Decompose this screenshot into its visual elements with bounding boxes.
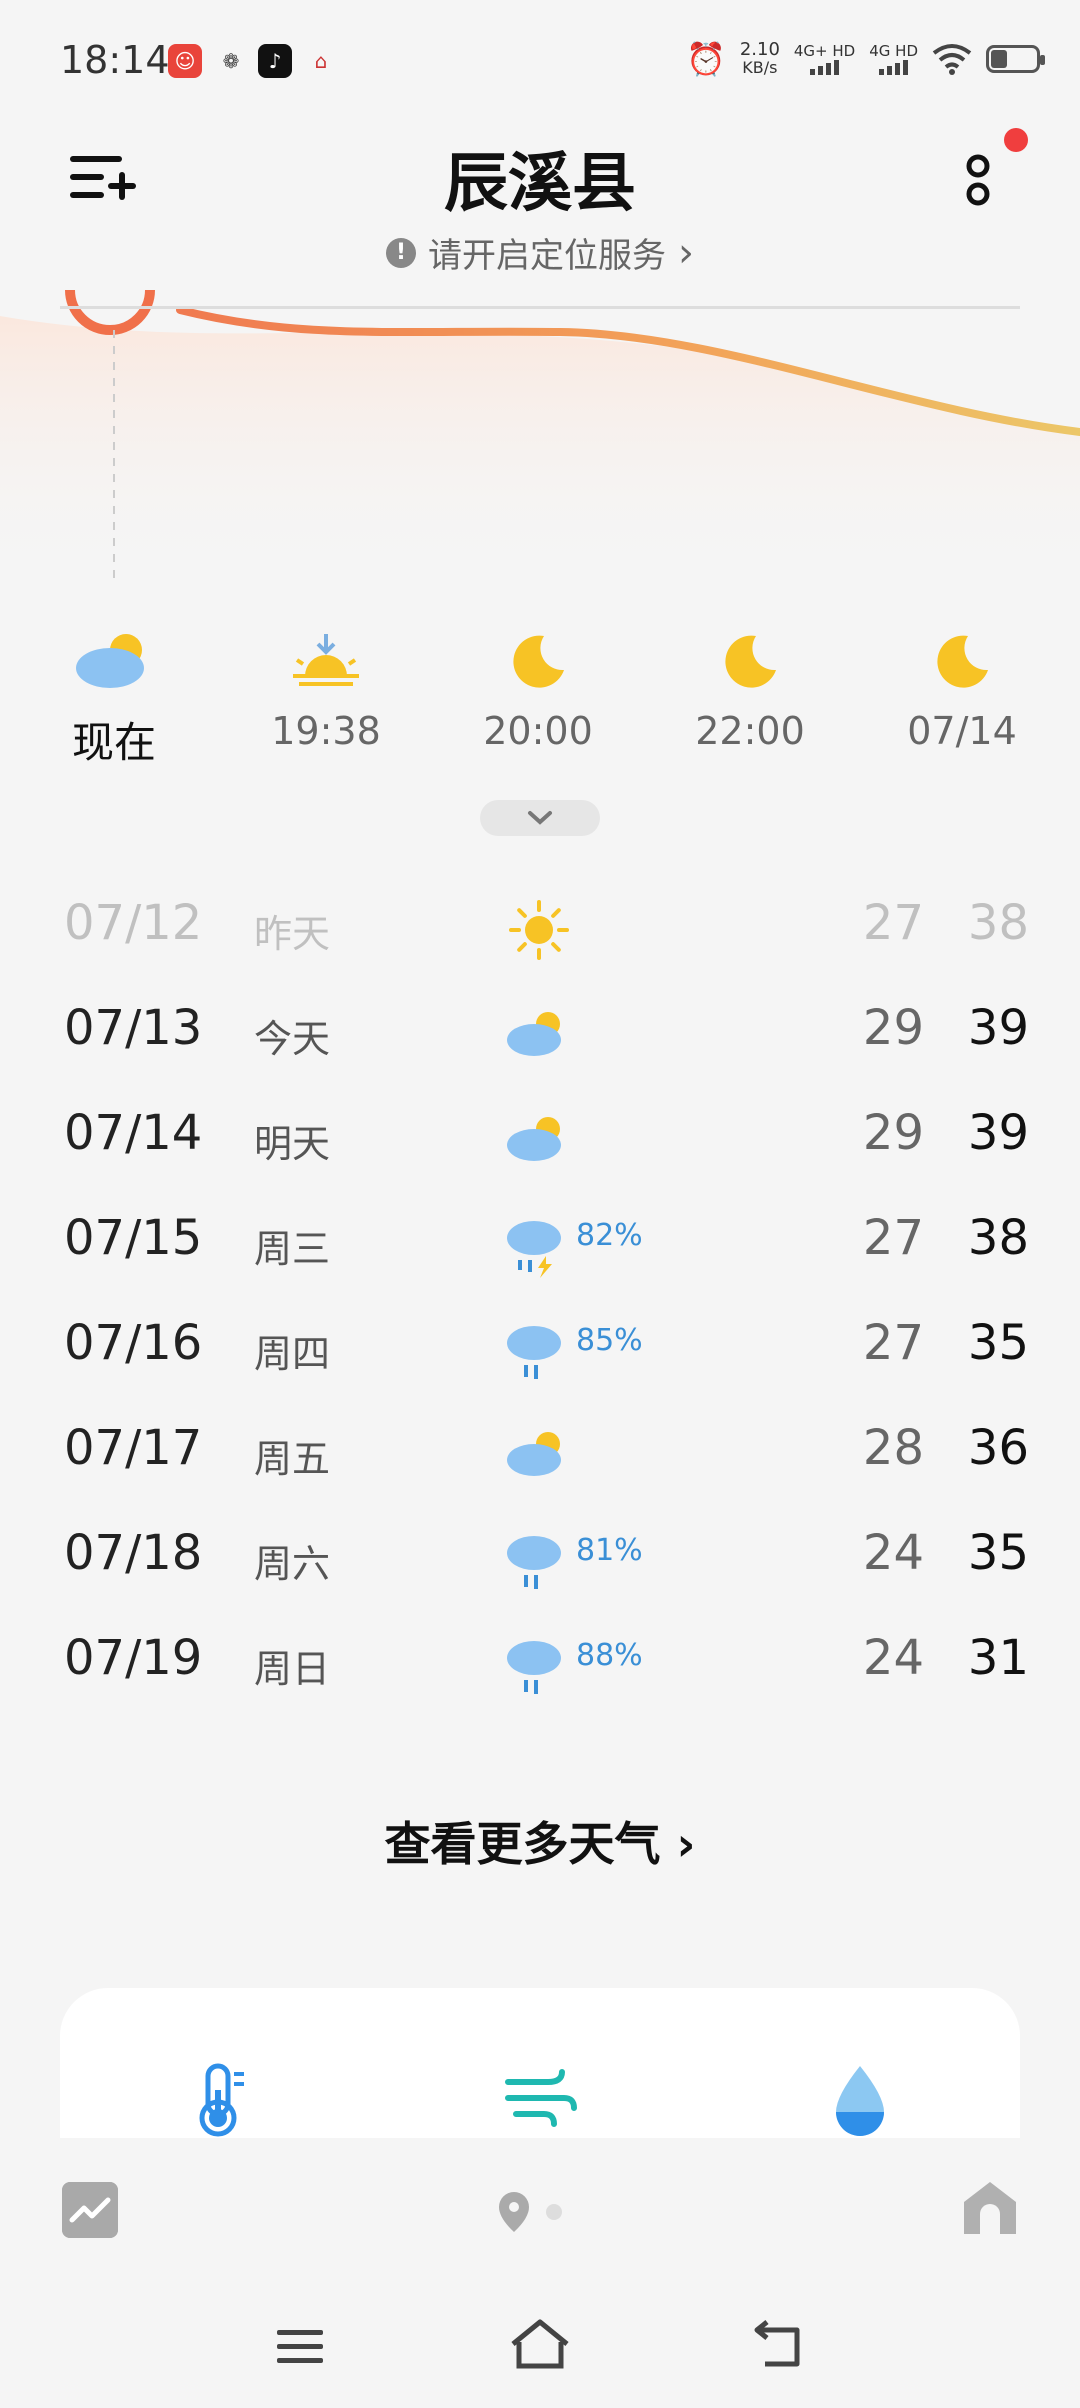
daily-forecast-row[interactable]: 07/13 今天 29 39 [64,1000,1029,1070]
day-date: 07/17 [64,1420,203,1476]
day-name: 昨天 [254,912,331,956]
daily-forecast-row[interactable]: 07/15 周三 82% 27 38 [64,1210,1029,1280]
hourly-item-2000: 20:00 [458,625,618,753]
temp-high: 39 [967,1105,1029,1161]
day-date: 07/15 [64,1210,203,1266]
temp-high: 39 [967,1000,1029,1056]
home-nav-icon[interactable] [505,2316,575,2376]
temp-low: 27 [862,1315,924,1371]
rain-icon [507,1641,561,1694]
temp-high: 38 [967,1210,1029,1266]
temp-high: 38 [967,895,1029,951]
trend-chart-icon[interactable] [62,2182,118,2238]
temp-low: 24 [862,1525,924,1581]
signal-bars-icon [794,59,855,75]
hourly-temperature-curve [0,289,1080,580]
precip-probability: 88% [576,1638,643,1673]
rain-icon [507,1536,561,1589]
daily-forecast-row[interactable]: 07/18 周六 81% 24 35 [64,1525,1029,1595]
hourly-item-now: 现在 [34,625,194,770]
wind-icon [505,2069,577,2127]
cloudy-sun-icon [507,1012,561,1056]
view-more-weather-link[interactable]: 查看更多天气 › [0,1808,1080,1874]
net-speed: 2.10 KB/s [739,39,780,77]
location-prompt-text: 请开启定位服务 [428,236,666,276]
day-name: 周四 [254,1332,331,1376]
moon-icon [937,635,988,688]
chart-top-divider [60,306,1020,309]
day-name: 明天 [254,1122,331,1166]
status-time: 18:14 [60,38,170,82]
status-indicators: ⏰ 2.10 KB/s 4G+ HD 4G HD [685,39,1045,78]
precip-probability: 85% [576,1323,643,1358]
city-title: 辰溪县 [444,147,636,221]
chevron-right-icon: › [678,229,694,276]
page-indicator-dot [546,2204,562,2220]
day-date: 07/14 [64,1105,203,1161]
chevron-down-icon [528,811,552,825]
thermometer-icon [199,2063,244,2137]
cloudy-sun-icon [76,634,144,688]
day-date: 07/13 [64,1000,203,1056]
battery-icon [986,45,1045,73]
hourly-item-sunset: 19:38 [246,625,406,753]
daily-forecast-row[interactable]: 07/12 昨天 27 38 [64,895,1029,965]
temp-low: 29 [862,1105,924,1161]
thunder-rain-icon [507,1221,561,1278]
house-icon[interactable] [960,2178,1020,2238]
moon-icon [725,635,776,688]
signal-bars-icon [869,59,918,75]
temp-low: 27 [862,1210,924,1266]
warning-icon: ! [386,237,416,268]
signal-1: 4G+ HD [794,43,855,75]
day-name: 周日 [254,1647,331,1691]
day-date: 07/18 [64,1525,203,1581]
day-date: 07/12 [64,895,203,951]
wechat-icon: ❁ [222,49,240,73]
temp-low: 29 [862,1000,924,1056]
wifi-icon [932,44,972,75]
humidity-drop-icon [836,2066,884,2136]
hourly-item-0714: 07/14 [882,625,1042,753]
hourly-item-2200: 22:00 [670,625,830,753]
day-date: 07/19 [64,1630,203,1686]
sun-icon [509,900,569,960]
temp-high: 35 [967,1525,1029,1581]
day-date: 07/16 [64,1315,203,1371]
day-name: 周五 [254,1437,331,1481]
moon-icon [513,635,564,688]
status-bar: 18:14 ☺ ❁ ♪ ⌂ ⏰ 2.10 KB/s 4G+ HD 4G HD [0,0,1080,120]
notification-dot [1004,128,1028,152]
temp-low: 27 [862,895,924,951]
temp-high: 31 [967,1630,1029,1686]
location-pin-icon [499,2192,529,2232]
cloudy-sun-icon [507,1117,561,1161]
cloudy-sun-icon [507,1432,561,1476]
precip-probability: 81% [576,1533,643,1568]
home-app-icon: ⌂ [314,49,328,73]
day-name: 今天 [254,1017,331,1061]
back-nav-icon[interactable] [745,2316,815,2376]
signal-2: 4G HD [869,43,918,75]
app-notification-icon: ☺ [168,44,202,78]
daily-forecast-row[interactable]: 07/14 明天 29 39 [64,1105,1029,1175]
daily-forecast-row[interactable]: 07/17 周五 28 36 [64,1420,1029,1490]
day-name: 周三 [254,1227,331,1271]
sunset-icon [293,634,359,686]
temp-high: 36 [967,1420,1029,1476]
daily-forecast-row[interactable]: 07/19 周日 88% 24 31 [64,1630,1029,1700]
daily-forecast-row[interactable]: 07/16 周四 85% 27 35 [64,1315,1029,1385]
location-service-prompt[interactable]: ! 请开启定位服务 › [0,228,1080,277]
recent-apps-menu-icon[interactable] [265,2316,335,2376]
tiktok-icon: ♪ [258,44,292,78]
precip-probability: 82% [576,1218,643,1253]
expand-forecast-button[interactable] [480,800,600,836]
rain-icon [507,1326,561,1379]
temp-high: 35 [967,1315,1029,1371]
more-options-icon[interactable] [960,150,1000,210]
day-name: 周六 [254,1542,331,1586]
alarm-icon: ⏰ [685,40,726,78]
temp-low: 28 [862,1420,924,1476]
temp-low: 24 [862,1630,924,1686]
